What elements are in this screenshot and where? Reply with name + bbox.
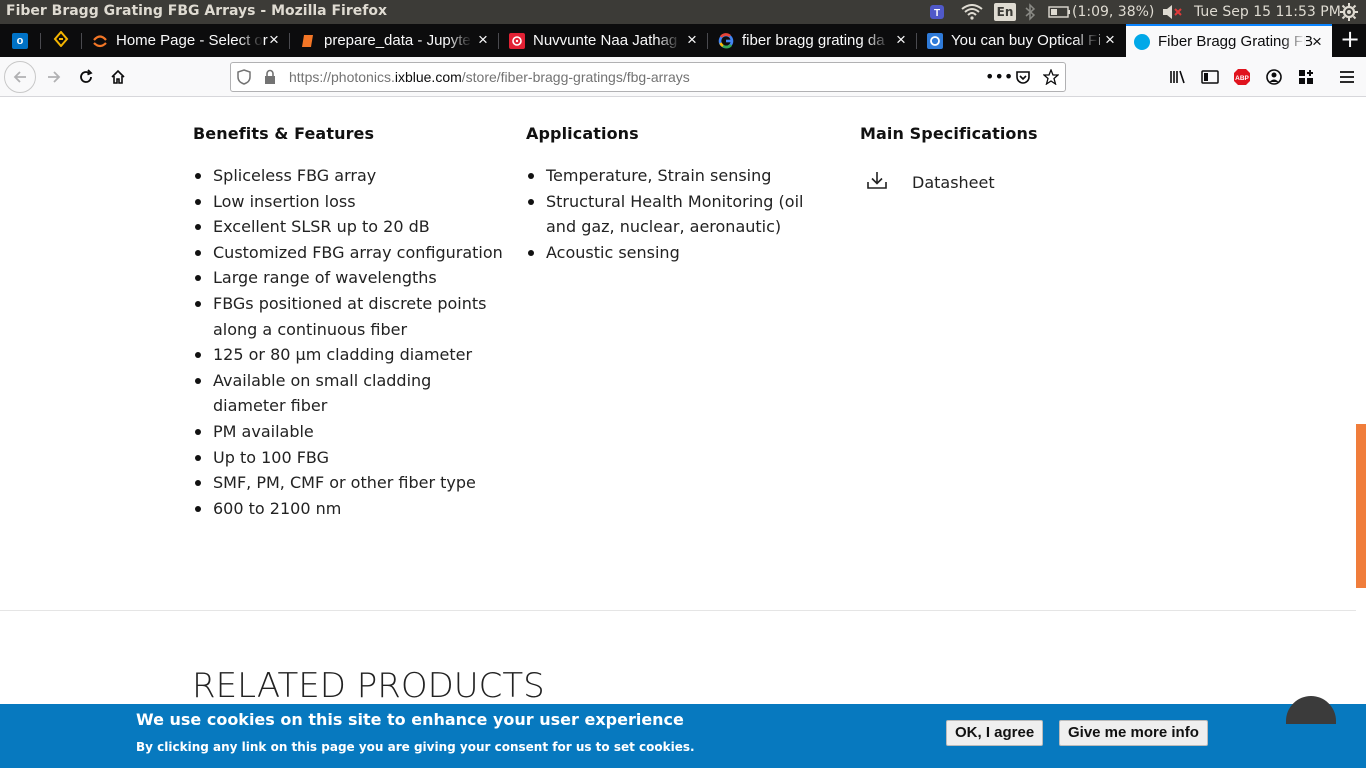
close-tab-icon[interactable]: × (1308, 33, 1326, 51)
tab-pinned-app[interactable] (41, 24, 81, 57)
home-button[interactable] (102, 61, 134, 93)
tracking-shield-icon[interactable] (237, 69, 251, 89)
pocket-icon[interactable] (1015, 69, 1031, 89)
extensions-grid-icon[interactable] (1296, 67, 1316, 87)
benefit-item: Available on small cladding diameter fib… (193, 368, 503, 419)
forward-button[interactable] (38, 61, 70, 93)
url-path: /store/fiber-bragg-gratings/fbg-arrays (461, 69, 690, 85)
svg-text:ABP: ABP (1235, 75, 1249, 82)
applications-heading: Applications (526, 124, 639, 143)
bookmark-star-icon[interactable] (1042, 68, 1060, 89)
benefit-item: 600 to 2100 nm (193, 496, 503, 522)
library-icon[interactable] (1168, 67, 1188, 87)
specifications-heading: Main Specifications (860, 124, 1038, 143)
reload-button[interactable] (70, 61, 102, 93)
application-item: Temperature, Strain sensing (526, 163, 826, 189)
teams-icon[interactable]: T (928, 2, 950, 22)
adblock-plus-icon[interactable]: ABP (1232, 67, 1252, 87)
tab-label: fiber bragg grating da (742, 32, 885, 49)
window-title: Fiber Bragg Grating FBG Arrays - Mozilla… (6, 3, 387, 19)
datasheet-label: Datasheet (912, 172, 995, 192)
benefit-item: PM available (193, 419, 503, 445)
outlook-icon: o (12, 32, 28, 49)
bluetooth-icon[interactable] (1024, 2, 1036, 22)
navigation-toolbar: https://photonics.ixblue.com/store/fiber… (0, 57, 1366, 97)
more-info-button[interactable]: Give me more info (1059, 720, 1208, 746)
scrollbar-thumb[interactable] (1356, 424, 1366, 588)
battery-text: (1:09, 38%) (1072, 4, 1155, 20)
benefit-item: Customized FBG array configuration (193, 240, 503, 266)
benefit-item: 125 or 80 µm cladding diameter (193, 342, 503, 368)
applications-list: Temperature, Strain sensing Structural He… (526, 163, 826, 265)
back-button[interactable] (4, 61, 36, 93)
cookie-banner: We use cookies on this site to enhance y… (0, 696, 1366, 768)
benefit-item: SMF, PM, CMF or other fiber type (193, 470, 503, 496)
url-text[interactable]: https://photonics.ixblue.com/store/fiber… (289, 69, 690, 85)
datasheet-link[interactable]: Datasheet (866, 170, 995, 194)
tab-google-search[interactable]: fiber bragg grating da × (708, 24, 916, 57)
benefit-item: Large range of wavelengths (193, 265, 503, 291)
wifi-icon[interactable] (961, 2, 983, 22)
notebook-icon (300, 33, 316, 49)
sidebar-icon[interactable] (1200, 67, 1220, 87)
close-tab-icon[interactable]: × (1101, 31, 1119, 49)
google-icon (718, 32, 734, 49)
tab-prepare-data[interactable]: prepare_data - Jupyte × (290, 24, 498, 57)
download-icon (866, 170, 888, 194)
hamburger-menu-icon[interactable] (1337, 67, 1357, 87)
volume-muted-icon[interactable] (1161, 2, 1183, 22)
related-products-heading: RELATED PRODUCTS (192, 666, 545, 706)
url-host: ixblue.com (394, 69, 462, 85)
clock[interactable]: Tue Sep 15 11:53 PM (1194, 2, 1341, 22)
lock-icon[interactable] (263, 69, 277, 89)
page-content: Benefits & Features Spliceless FBG array… (0, 98, 1366, 768)
svg-text:T: T (934, 8, 940, 19)
close-tab-icon[interactable]: × (892, 31, 910, 49)
close-tab-icon[interactable]: × (265, 31, 283, 49)
cookie-title: We use cookies on this site to enhance y… (136, 710, 684, 729)
tab-pinned-outlook[interactable]: o (0, 24, 40, 57)
system-gear-icon[interactable] (1340, 2, 1358, 22)
application-item: Acoustic sensing (526, 240, 826, 266)
ok-agree-button[interactable]: OK, I agree (946, 720, 1044, 746)
tab-home-page[interactable]: Home Page - Select or × (82, 24, 289, 57)
site-icon (927, 32, 943, 49)
cookie-text: By clicking any link on this page you ar… (136, 740, 695, 754)
url-bar[interactable]: https://photonics.ixblue.com/store/fiber… (230, 62, 1066, 92)
application-item: Structural Health Monitoring (oil and ga… (526, 189, 826, 240)
ixblue-icon (1134, 33, 1150, 50)
close-tab-icon[interactable]: × (474, 31, 492, 49)
music-icon (509, 32, 525, 49)
tab-optical-fiber[interactable]: You can buy Optical Fi × (917, 24, 1125, 57)
close-tab-icon[interactable]: × (683, 31, 701, 49)
benefits-list: Spliceless FBG array Low insertion loss Ex… (193, 163, 503, 521)
benefit-item: FBGs positioned at discrete points along… (193, 291, 503, 342)
benefit-item: Spliceless FBG array (193, 163, 503, 189)
tab-bar: o Home Page - Select or × prepare_data -… (0, 24, 1366, 59)
benefit-item: Excellent SLSR up to 20 dB (193, 214, 503, 240)
benefit-item: Low insertion loss (193, 189, 503, 215)
url-prefix: https://photonics. (289, 69, 395, 85)
tab-fiber-bragg-grating-active[interactable]: Fiber Bragg Grating FB × (1126, 24, 1332, 59)
pinned-app-icon (53, 29, 69, 51)
jupyter-icon (92, 33, 108, 49)
benefits-heading: Benefits & Features (193, 124, 375, 143)
keyboard-language-indicator[interactable]: En (994, 3, 1016, 21)
battery-indicator[interactable]: (1:09, 38%) (1048, 2, 1154, 22)
page-actions-menu-icon[interactable]: ••• (985, 67, 1013, 86)
os-top-bar: Fiber Bragg Grating FBG Arrays - Mozilla… (0, 0, 1366, 24)
tab-music[interactable]: Nuvvunte Naa Jathag × (499, 24, 707, 57)
tab-label: Nuvvunte Naa Jathag (533, 32, 678, 49)
benefit-item: Up to 100 FBG (193, 445, 503, 471)
section-divider (0, 610, 1356, 611)
account-icon[interactable] (1264, 67, 1284, 87)
new-tab-button[interactable]: + (1334, 24, 1366, 57)
